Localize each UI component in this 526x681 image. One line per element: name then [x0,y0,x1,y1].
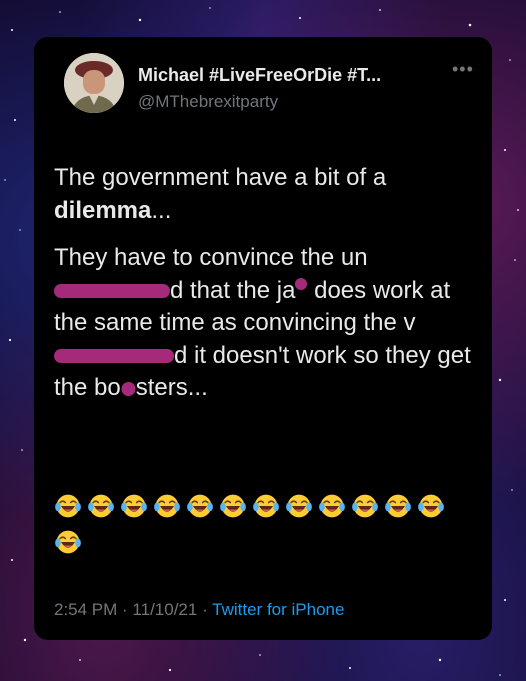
tears-of-joy-emoji-icon [55,530,81,554]
tears-of-joy-emoji-icon [319,494,345,518]
emoji-row [54,492,479,564]
redaction-mark [54,283,170,298]
tears-of-joy-emoji-icon [286,494,312,518]
tears-of-joy-emoji-icon [385,494,411,518]
more-dots-icon[interactable]: ••• [452,59,474,80]
tears-of-joy-emoji-icon [352,494,378,518]
tears-of-joy-emoji-icon [253,494,279,518]
tweet-time[interactable]: 2:54 PM [54,600,117,619]
redaction-mark [54,348,174,363]
tweet-paragraph-2: They have to convince the und that the j… [54,244,471,401]
handle[interactable]: @MThebrexitparty [138,92,278,112]
tears-of-joy-emoji-icon [55,494,81,518]
tweet-meta: 2:54 PM · 11/10/21 · Twitter for iPhone [54,600,345,619]
tweet-source-link[interactable]: Twitter for iPhone [212,600,344,619]
tweet-date[interactable]: 11/10/21 [132,600,197,619]
redaction-mark [121,382,136,396]
tears-of-joy-emoji-icon [88,494,114,518]
tweet-card: Michael #LiveFreeOrDie #T... @MThebrexit… [34,37,492,640]
tweet-text: The government have a bit of a dilemma..… [54,162,479,405]
avatar[interactable] [64,53,124,113]
tears-of-joy-emoji-icon [154,494,180,518]
display-name[interactable]: Michael #LiveFreeOrDie #T... [138,65,381,86]
tears-of-joy-emoji-icon [187,494,213,518]
redaction-mark [295,277,308,290]
tweet-paragraph-1: The government have a bit of a dilemma..… [54,164,387,224]
tears-of-joy-emoji-icon [121,494,147,518]
tears-of-joy-emoji-icon [220,494,246,518]
bold-word: dilemma [54,196,152,224]
tears-of-joy-emoji-icon [418,494,444,518]
